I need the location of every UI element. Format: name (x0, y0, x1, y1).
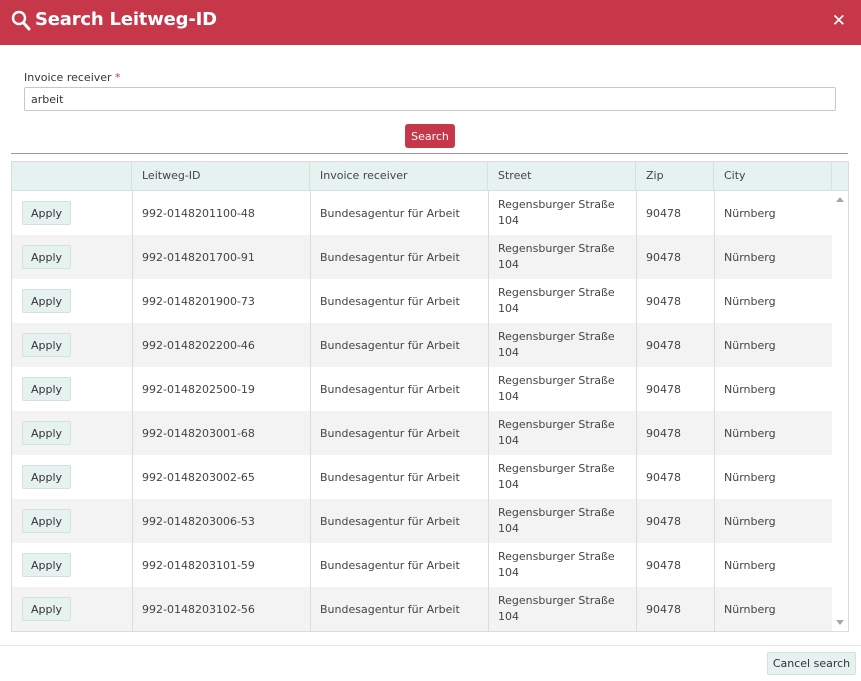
leitweg-id-cell: 992-0148203001-68 (142, 426, 255, 440)
invoice-receiver-cell: Bundesagentur für Arbeit (320, 294, 460, 308)
scroll-down-icon[interactable] (836, 620, 844, 625)
invoice-receiver-input[interactable] (24, 87, 836, 111)
street-cell: Regensburger Straße 104 (498, 462, 615, 491)
apply-button[interactable]: Apply (22, 201, 72, 225)
section-divider (11, 153, 848, 154)
leitweg-id-cell: 992-0148201900-73 (142, 294, 255, 308)
zip-cell: 90478 (646, 250, 681, 264)
column-divider (636, 191, 637, 631)
city-cell: Nürnberg (724, 514, 776, 528)
street-cell: Regensburger Straße 104 (498, 506, 615, 535)
invoice-receiver-cell: Bundesagentur für Arbeit (320, 250, 460, 264)
table-row: Apply 992-0148201900-73 Bundesagentur fü… (12, 279, 832, 323)
table-scrollbar[interactable] (832, 191, 848, 631)
table-row: Apply 992-0148203002-65 Bundesagentur fü… (12, 455, 832, 499)
table-body: Apply 992-0148201100-48 Bundesagentur fü… (12, 191, 832, 631)
column-header-invoice-receiver[interactable]: Invoice receiver (310, 162, 488, 191)
street-cell: Regensburger Straße 104 (498, 242, 615, 271)
leitweg-id-cell: 992-0148203101-59 (142, 558, 255, 572)
city-cell: Nürnberg (724, 470, 776, 484)
column-header-street[interactable]: Street (488, 162, 636, 191)
apply-button[interactable]: Apply (22, 289, 72, 313)
apply-button[interactable]: Apply (22, 465, 72, 489)
column-header-action (12, 162, 132, 191)
leitweg-id-cell: 992-0148203002-65 (142, 470, 255, 484)
city-cell: Nürnberg (724, 338, 776, 352)
dialog-title: Search Leitweg-ID (35, 9, 217, 30)
cancel-search-button[interactable]: Cancel search (767, 652, 856, 675)
city-cell: Nürnberg (724, 426, 776, 440)
table-row: Apply 992-0148203006-53 Bundesagentur fü… (12, 499, 832, 543)
column-divider (310, 191, 311, 631)
column-divider (714, 191, 715, 631)
column-divider (488, 191, 489, 631)
invoice-receiver-cell: Bundesagentur für Arbeit (320, 470, 460, 484)
invoice-receiver-cell: Bundesagentur für Arbeit (320, 382, 460, 396)
zip-cell: 90478 (646, 470, 681, 484)
column-header-leitweg-id[interactable]: Leitweg-ID (132, 162, 310, 191)
search-icon (11, 10, 31, 31)
street-cell: Regensburger Straße 104 (498, 418, 615, 447)
leitweg-id-cell: 992-0148201700-91 (142, 250, 255, 264)
street-cell: Regensburger Straße 104 (498, 374, 615, 403)
column-divider (132, 191, 133, 631)
street-cell: Regensburger Straße 104 (498, 594, 615, 623)
invoice-receiver-cell: Bundesagentur für Arbeit (320, 514, 460, 528)
zip-cell: 90478 (646, 206, 681, 220)
street-cell: Regensburger Straße 104 (498, 286, 615, 315)
city-cell: Nürnberg (724, 206, 776, 220)
apply-button[interactable]: Apply (22, 333, 72, 357)
zip-cell: 90478 (646, 426, 681, 440)
dialog-titlebar: Search Leitweg-ID ✕ (0, 0, 861, 45)
table-row: Apply 992-0148201700-91 Bundesagentur fü… (12, 235, 832, 279)
apply-button[interactable]: Apply (22, 377, 72, 401)
zip-cell: 90478 (646, 382, 681, 396)
zip-cell: 90478 (646, 602, 681, 616)
city-cell: Nürnberg (724, 250, 776, 264)
table-row: Apply 992-0148203101-59 Bundesagentur fü… (12, 543, 832, 587)
apply-button[interactable]: Apply (22, 553, 72, 577)
scroll-up-icon[interactable] (836, 197, 844, 202)
street-cell: Regensburger Straße 104 (498, 198, 615, 227)
invoice-receiver-cell: Bundesagentur für Arbeit (320, 558, 460, 572)
city-cell: Nürnberg (724, 602, 776, 616)
search-button[interactable]: Search (405, 124, 455, 148)
city-cell: Nürnberg (724, 294, 776, 308)
leitweg-id-cell: 992-0148202200-46 (142, 338, 255, 352)
street-cell: Regensburger Straße 104 (498, 330, 615, 359)
zip-cell: 90478 (646, 558, 681, 572)
apply-button[interactable]: Apply (22, 421, 72, 445)
required-marker: * (115, 71, 121, 84)
column-header-city[interactable]: City (714, 162, 832, 191)
leitweg-id-cell: 992-0148202500-19 (142, 382, 255, 396)
invoice-receiver-cell: Bundesagentur für Arbeit (320, 338, 460, 352)
zip-cell: 90478 (646, 338, 681, 352)
table-row: Apply 992-0148202200-46 Bundesagentur fü… (12, 323, 832, 367)
leitweg-id-cell: 992-0148203006-53 (142, 514, 255, 528)
street-cell: Regensburger Straße 104 (498, 550, 615, 579)
results-table: Leitweg-ID Invoice receiver Street Zip C… (11, 161, 849, 632)
apply-button[interactable]: Apply (22, 597, 72, 621)
table-row: Apply 992-0148203001-68 Bundesagentur fü… (12, 411, 832, 455)
apply-button[interactable]: Apply (22, 245, 72, 269)
table-row: Apply 992-0148203102-56 Bundesagentur fü… (12, 587, 832, 631)
city-cell: Nürnberg (724, 558, 776, 572)
column-header-zip[interactable]: Zip (636, 162, 714, 191)
table-header: Leitweg-ID Invoice receiver Street Zip C… (12, 162, 848, 191)
invoice-receiver-cell: Bundesagentur für Arbeit (320, 206, 460, 220)
table-row: Apply 992-0148202500-19 Bundesagentur fü… (12, 367, 832, 411)
invoice-receiver-label: Invoice receiver * (24, 71, 121, 84)
close-icon[interactable]: ✕ (832, 11, 846, 31)
zip-cell: 90478 (646, 294, 681, 308)
invoice-receiver-cell: Bundesagentur für Arbeit (320, 426, 460, 440)
leitweg-id-cell: 992-0148201100-48 (142, 206, 255, 220)
city-cell: Nürnberg (724, 382, 776, 396)
leitweg-id-cell: 992-0148203102-56 (142, 602, 255, 616)
footer-divider (0, 645, 861, 646)
table-row: Apply 992-0148201100-48 Bundesagentur fü… (12, 191, 832, 235)
invoice-receiver-cell: Bundesagentur für Arbeit (320, 602, 460, 616)
invoice-receiver-label-text: Invoice receiver (24, 71, 112, 84)
zip-cell: 90478 (646, 514, 681, 528)
apply-button[interactable]: Apply (22, 509, 72, 533)
